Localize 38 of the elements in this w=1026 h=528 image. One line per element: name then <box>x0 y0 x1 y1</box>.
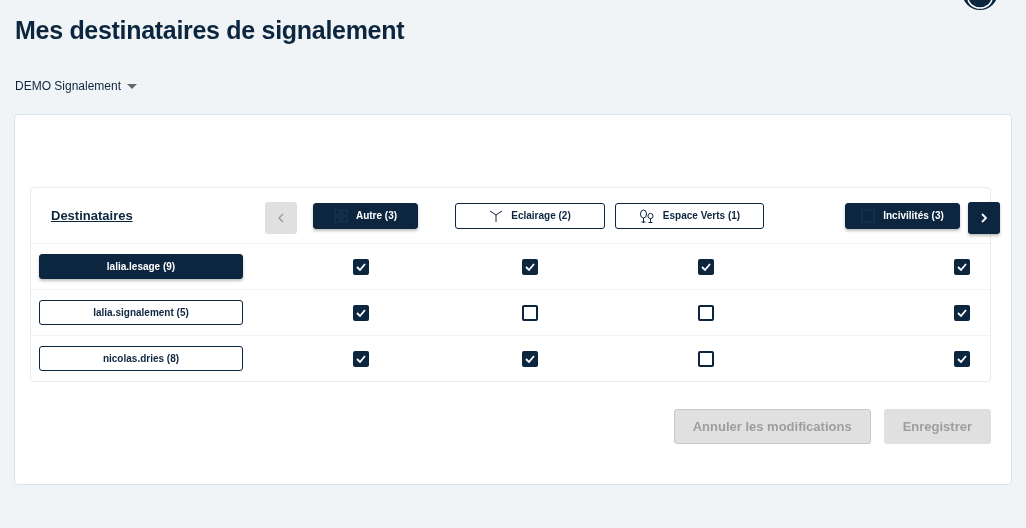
trees-icon <box>638 208 655 223</box>
checkmark-icon <box>356 354 366 363</box>
checkbox[interactable] <box>697 350 714 367</box>
checkmark-icon <box>700 262 711 271</box>
checkbox[interactable] <box>954 258 970 275</box>
checkbox[interactable] <box>697 304 714 321</box>
page-title: Mes destinataires de signalement <box>15 16 405 45</box>
checkbox[interactable] <box>522 258 538 275</box>
checkbox[interactable] <box>353 304 369 321</box>
checkmark-icon <box>957 262 967 271</box>
checkbox[interactable] <box>954 350 970 367</box>
lamp-icon <box>489 208 504 223</box>
checkmark-icon <box>525 262 535 271</box>
checkbox[interactable] <box>353 350 369 367</box>
chevron-left-icon <box>278 212 284 223</box>
checkmark-icon <box>957 354 967 363</box>
checkmark-icon <box>525 354 535 363</box>
checkbox[interactable] <box>697 258 714 275</box>
table-heading: Destinataires <box>51 208 133 223</box>
avatar-icon[interactable] <box>962 0 998 10</box>
next-button[interactable] <box>968 201 1000 234</box>
recipient-button[interactable]: lalia.signalement (5) <box>39 300 243 325</box>
category-button[interactable]: Eclairage (2) <box>455 202 605 229</box>
recipient-button[interactable]: nicolas.dries (8) <box>39 346 243 371</box>
organization-dropdown[interactable]: DEMO Signalement <box>15 79 138 93</box>
checkbox[interactable] <box>522 350 538 367</box>
checkmark-icon <box>957 308 967 317</box>
chevron-right-icon <box>981 212 987 223</box>
category-button[interactable]: Incivilités (3) <box>845 202 960 229</box>
checkbox[interactable] <box>522 304 538 321</box>
checkbox[interactable] <box>353 258 369 275</box>
category-button[interactable]: Espace Verts (1) <box>615 202 764 229</box>
checkbox[interactable] <box>954 304 970 321</box>
caret-icon <box>127 83 138 89</box>
checkmark-icon <box>356 262 366 271</box>
checkmark-icon <box>356 308 366 317</box>
recipient-button[interactable]: lalia.lesage (9) <box>39 254 243 279</box>
category-button[interactable]: Autre (3) <box>313 202 418 229</box>
